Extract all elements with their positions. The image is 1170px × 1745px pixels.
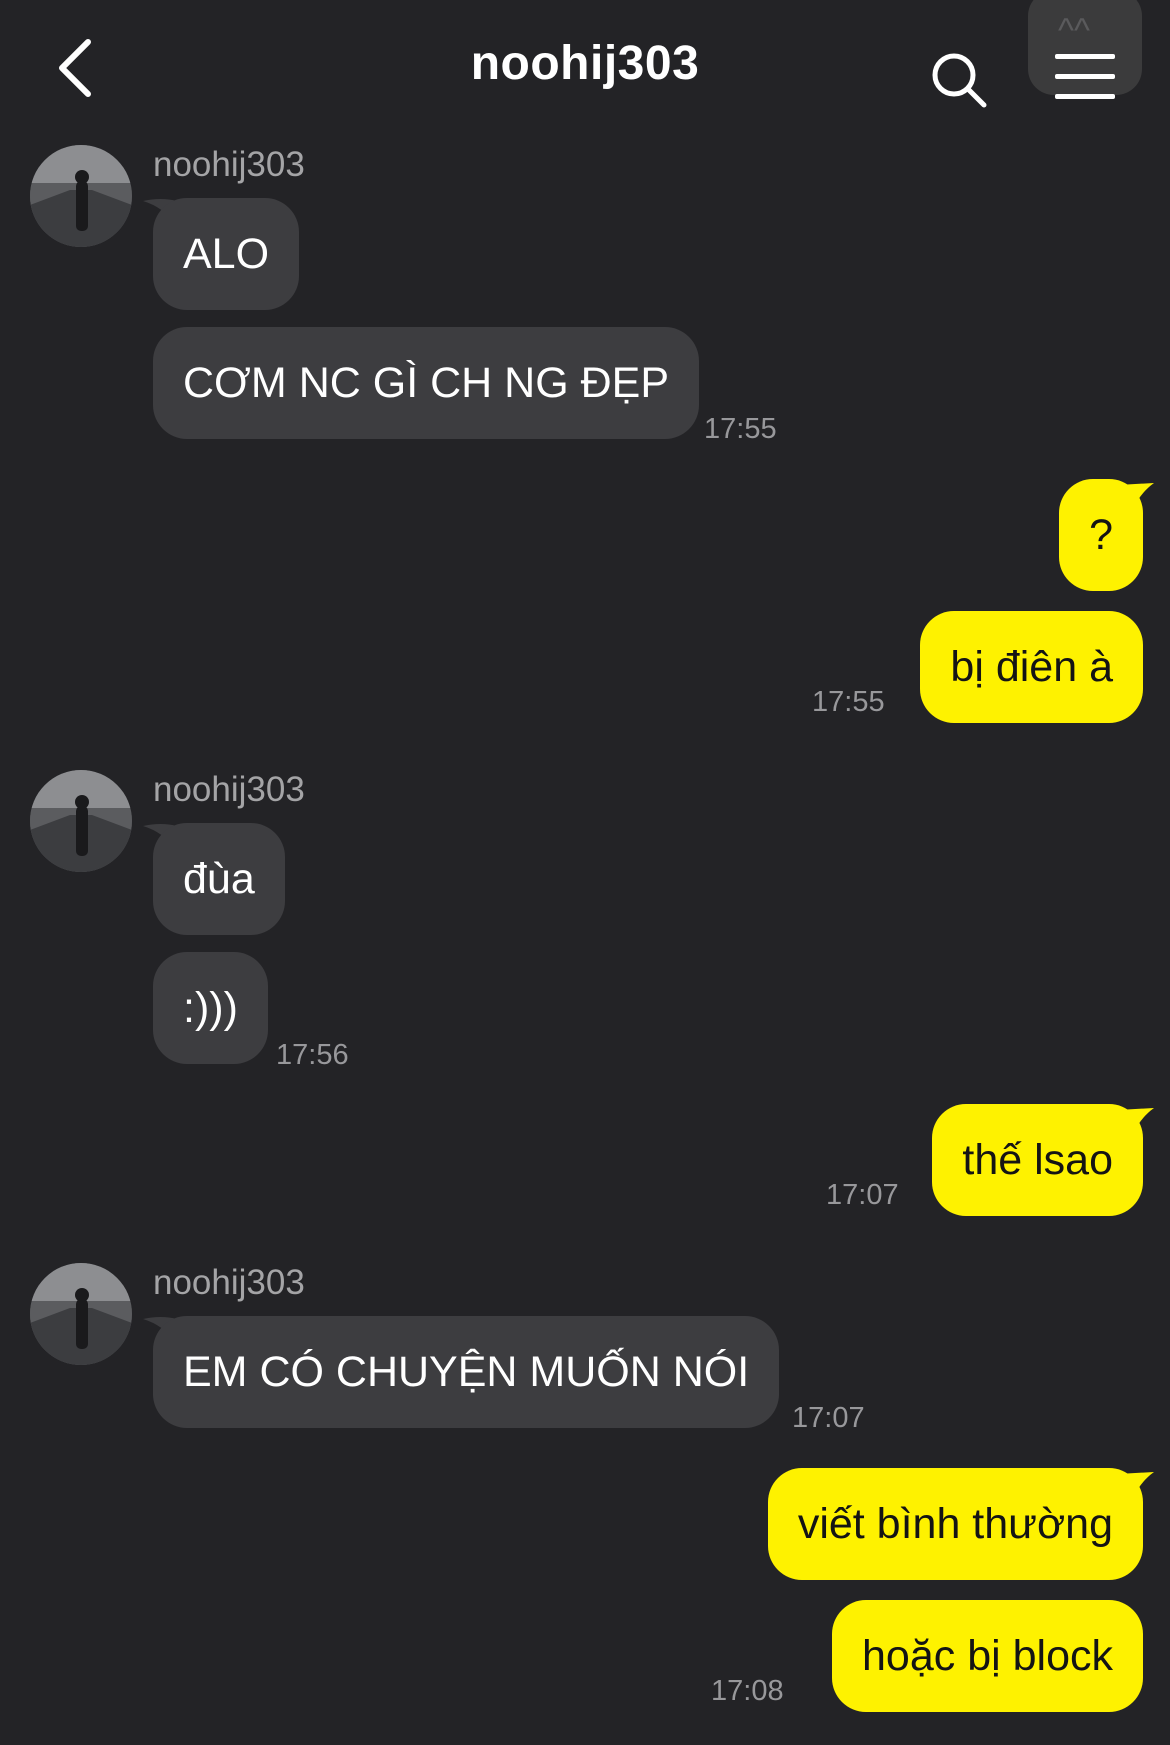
incoming-message-bubble[interactable]: :)))	[153, 952, 268, 1064]
outgoing-message-bubble[interactable]: ?	[1059, 479, 1143, 591]
message-timestamp: 17:07	[826, 1179, 899, 1211]
avatar[interactable]	[30, 1263, 132, 1365]
search-icon	[932, 53, 987, 108]
menu-button[interactable]	[1053, 52, 1117, 102]
sender-name: noohij303	[153, 1263, 305, 1302]
message-timestamp: 17:07	[792, 1402, 865, 1434]
message-timestamp: 17:55	[704, 413, 777, 445]
avatar[interactable]	[30, 145, 132, 247]
avatar-photo	[30, 1263, 132, 1365]
message-timestamp: 17:56	[276, 1039, 349, 1071]
incoming-message-bubble[interactable]: đùa	[153, 823, 285, 935]
incoming-message-bubble[interactable]: ALO	[153, 198, 300, 310]
message-timestamp: 17:55	[812, 686, 885, 718]
hamburger-menu-icon	[1055, 54, 1115, 99]
avatar[interactable]	[30, 770, 132, 872]
outgoing-message-bubble[interactable]: hoặc bị block	[832, 1600, 1143, 1712]
search-button[interactable]	[928, 48, 992, 112]
emoticon-text: ^^	[1058, 12, 1090, 50]
avatar-photo	[30, 145, 132, 247]
message-timestamp: 17:08	[711, 1675, 784, 1707]
outgoing-message-bubble[interactable]: bị điên à	[920, 611, 1143, 723]
incoming-message-bubble[interactable]: EM CÓ CHUYỆN MUỐN NÓI	[153, 1316, 780, 1428]
chat-header: noohij303 ^^	[0, 0, 1170, 135]
incoming-message-bubble[interactable]: CƠM NC GÌ CH NG ĐẸP	[153, 327, 699, 439]
sender-name: noohij303	[153, 145, 305, 184]
outgoing-message-bubble[interactable]: thế lsao	[932, 1104, 1143, 1216]
chat-title: noohij303	[470, 37, 700, 90]
avatar-photo	[30, 770, 132, 872]
outgoing-message-bubble[interactable]: viết bình thường	[767, 1468, 1143, 1580]
sender-name: noohij303	[153, 770, 305, 809]
